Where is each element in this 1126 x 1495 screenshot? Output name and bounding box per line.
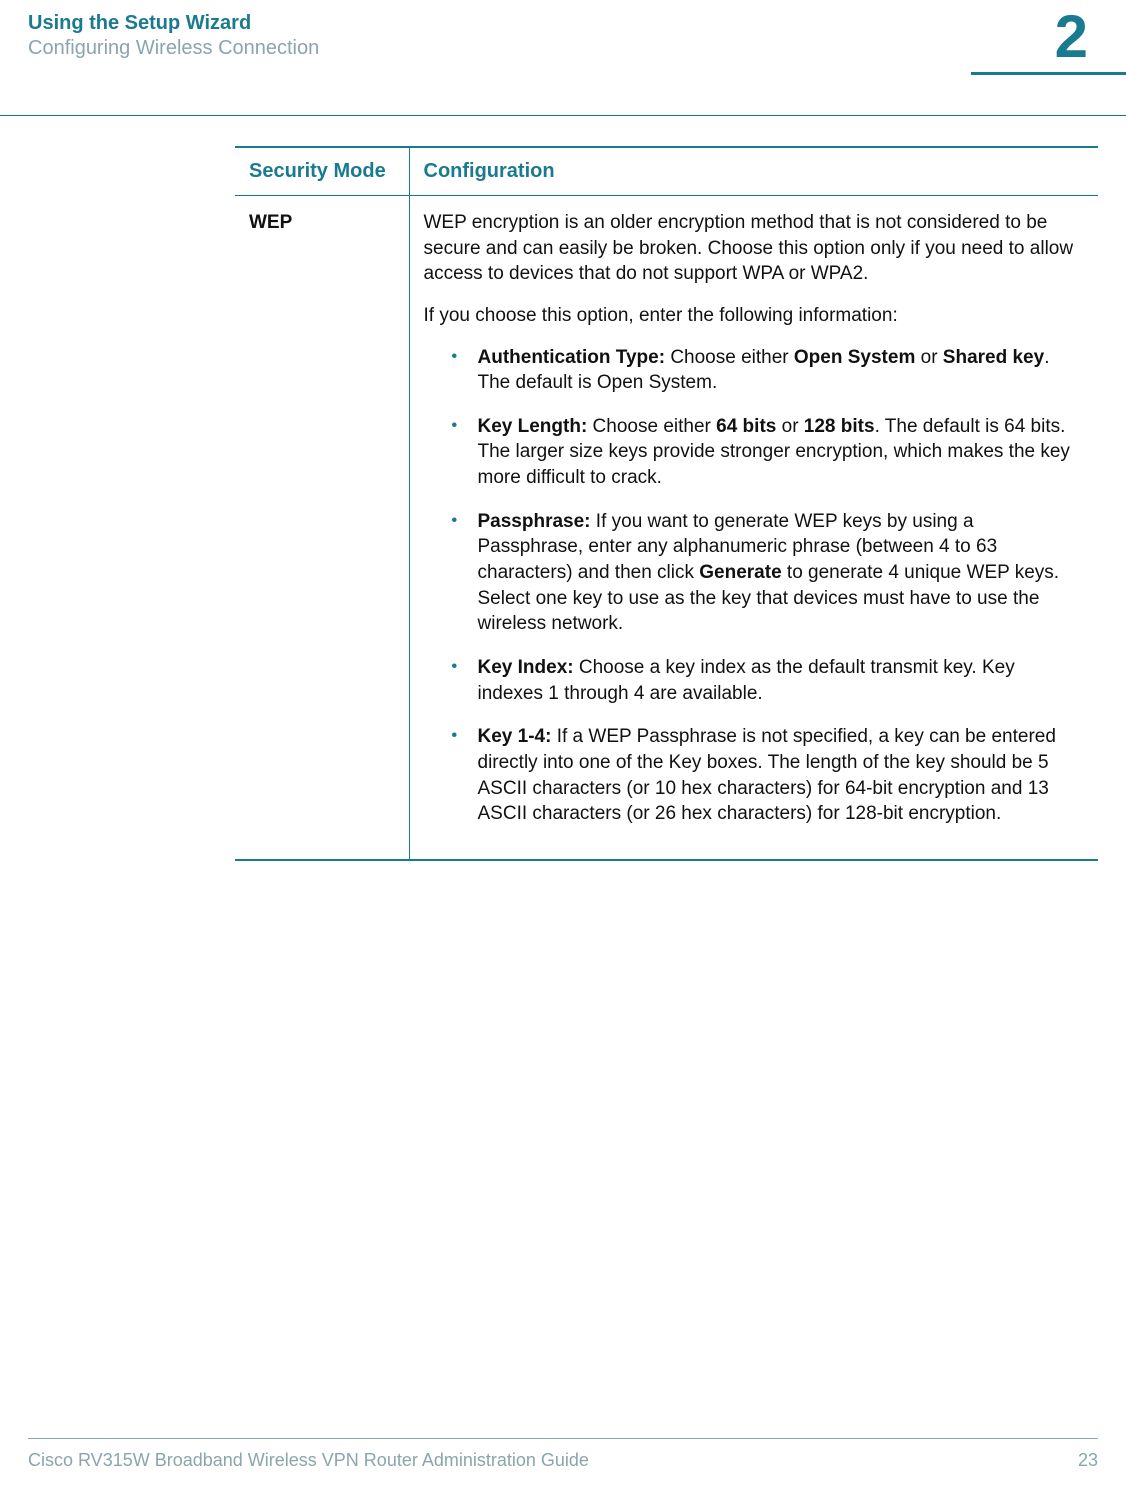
- col-header-mode: Security Mode: [235, 147, 409, 196]
- security-mode-table: Security Mode Configuration WEP WEP encr…: [235, 146, 1098, 861]
- cell-config: WEP encryption is an older encryption me…: [409, 196, 1098, 860]
- col-header-config: Configuration: [409, 147, 1098, 196]
- tab-mark: [971, 72, 1126, 75]
- list-item-key-length: Key Length: Choose either 64 bits or 128…: [448, 414, 1085, 491]
- table-row: WEP WEP encryption is an older encryptio…: [235, 196, 1098, 860]
- label-key-index: Key Index:: [478, 657, 574, 678]
- list-item-key-index: Key Index: Choose a key index as the def…: [448, 655, 1085, 706]
- footer-guide-title: Cisco RV315W Broadband Wireless VPN Rout…: [28, 1450, 589, 1471]
- bold-64-bits: 64 bits: [716, 416, 776, 437]
- footer-divider: [28, 1438, 1098, 1439]
- bold-128-bits: 128 bits: [804, 416, 875, 437]
- cell-mode: WEP: [235, 196, 409, 860]
- text: Choose either: [665, 347, 794, 368]
- text: If a WEP Passphrase is not specified, a …: [478, 726, 1056, 824]
- list-item-key-1-4: Key 1-4: If a WEP Passphrase is not spec…: [448, 724, 1085, 827]
- bold-generate: Generate: [699, 562, 781, 583]
- label-key-1-4: Key 1-4:: [478, 726, 552, 747]
- page-subtitle: Configuring Wireless Connection: [28, 37, 319, 60]
- bold-open-system: Open System: [794, 347, 915, 368]
- footer-page-number: 23: [1078, 1450, 1098, 1471]
- list-item-passphrase: Passphrase: If you want to generate WEP …: [448, 509, 1085, 637]
- config-subintro: If you choose this option, enter the fol…: [424, 303, 1085, 329]
- text: or: [915, 347, 942, 368]
- bold-shared-key: Shared key: [943, 347, 1044, 368]
- config-intro: WEP encryption is an older encryption me…: [424, 210, 1085, 287]
- text: or: [776, 416, 803, 437]
- text: Choose either: [587, 416, 716, 437]
- label-key-length: Key Length:: [478, 416, 588, 437]
- chapter-number: 2: [1055, 7, 1098, 67]
- page-title: Using the Setup Wizard: [28, 12, 319, 35]
- label-passphrase: Passphrase:: [478, 511, 591, 532]
- list-item-auth: Authentication Type: Choose either Open …: [448, 345, 1085, 396]
- label-auth-type: Authentication Type:: [478, 347, 666, 368]
